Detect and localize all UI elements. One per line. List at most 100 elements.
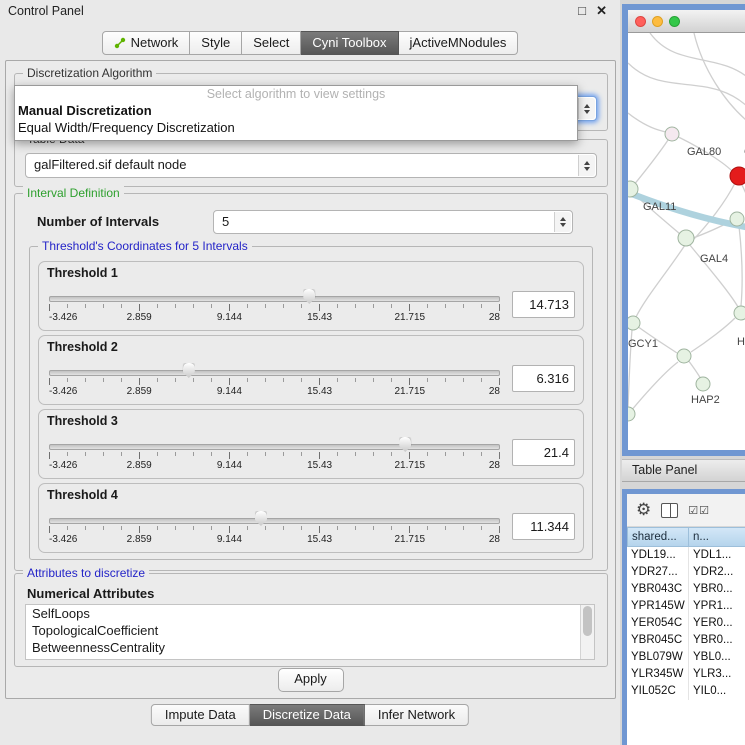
tab-network[interactable]: Network <box>102 31 191 55</box>
attributes-list[interactable]: SelfLoopsTopologicalCoefficientBetweenne… <box>25 604 595 660</box>
scale-label: 28 <box>489 386 500 397</box>
network-node-label: H <box>737 336 745 348</box>
threshold-slider[interactable]: -3.4262.8599.14415.4321.71528 <box>49 435 500 471</box>
network-edge[interactable] <box>636 245 685 317</box>
table-cell: YER054C <box>627 615 689 632</box>
threshold-row: -3.4262.8599.14415.4321.71528 11.344 <box>47 502 575 550</box>
threshold-value-field[interactable]: 11.344 <box>512 513 575 540</box>
select-columns-checkboxes-icon[interactable]: ☑☑ <box>688 505 710 516</box>
dropdown-option-manual-discretization[interactable]: Manual Discretization <box>15 102 577 119</box>
table-row[interactable]: YBR045CYBR0... <box>627 632 745 649</box>
table-row[interactable]: YDR27...YDR2... <box>627 564 745 581</box>
close-traffic-light-icon[interactable] <box>635 16 646 27</box>
network-node[interactable] <box>730 167 745 185</box>
numerical-attributes-label: Numerical Attributes <box>27 586 154 601</box>
slider-scale: -3.4262.8599.14415.4321.71528 <box>49 312 500 323</box>
network-edge[interactable] <box>650 33 745 81</box>
threshold-panel: Threshold 3-3.4262.8599.14415.4321.71528… <box>38 409 584 479</box>
close-icon[interactable]: ✕ <box>596 3 607 19</box>
thresholds-container: Threshold 1-3.4262.8599.14415.4321.71528… <box>38 261 584 553</box>
control-panel-titlebar: Control Panel □ ✕ <box>0 0 620 22</box>
list-scrollbar[interactable] <box>580 605 594 659</box>
tab-style[interactable]: Style <box>190 31 242 55</box>
network-node[interactable] <box>665 127 679 141</box>
scale-label: 21.715 <box>395 534 426 545</box>
column-header-name[interactable]: n... <box>689 527 745 547</box>
minimize-traffic-light-icon[interactable] <box>652 16 663 27</box>
tab-label: Style <box>201 32 230 54</box>
slider-track <box>49 370 500 376</box>
combo-stepper[interactable] <box>554 212 571 232</box>
network-edge[interactable] <box>739 226 742 306</box>
table-row[interactable]: YLR345WYLR3... <box>627 666 745 683</box>
number-of-intervals-combobox[interactable]: 5 <box>213 210 573 234</box>
network-node[interactable] <box>730 212 744 226</box>
table-panel-title: Table Panel <box>632 463 697 477</box>
tab-select[interactable]: Select <box>242 31 301 55</box>
network-node[interactable] <box>696 377 710 391</box>
table-panel-header[interactable]: Table Panel <box>622 459 745 482</box>
dropdown-placeholder-option[interactable]: Select algorithm to view settings <box>15 86 577 102</box>
list-item[interactable]: TopologicalCoefficient <box>26 622 594 639</box>
threshold-row: -3.4262.8599.14415.4321.71528 21.4 <box>47 428 575 476</box>
network-edge[interactable] <box>630 362 678 412</box>
thresholds-group: Threshold's Coordinates for 5 Intervals … <box>29 246 593 560</box>
gear-icon[interactable]: ⚙ <box>636 502 651 519</box>
table-row[interactable]: YER054CYER0... <box>627 615 745 632</box>
network-node[interactable] <box>678 230 694 246</box>
threshold-panel: Threshold 2-3.4262.8599.14415.4321.71528… <box>38 335 584 405</box>
threshold-slider[interactable]: -3.4262.8599.14415.4321.71528 <box>49 509 500 545</box>
network-edge[interactable] <box>694 33 745 125</box>
network-node[interactable] <box>628 316 640 330</box>
network-node[interactable] <box>734 306 745 320</box>
threshold-value-field[interactable]: 21.4 <box>512 439 575 466</box>
combo-stepper[interactable] <box>578 98 595 119</box>
table-row[interactable]: YDL19...YDL1... <box>627 547 745 564</box>
network-node[interactable] <box>628 407 635 421</box>
table-row[interactable]: YBR043CYBR0... <box>627 581 745 598</box>
threshold-slider[interactable]: -3.4262.8599.14415.4321.71528 <box>49 361 500 397</box>
table-row[interactable]: YPR145WYPR1... <box>627 598 745 615</box>
network-edge[interactable] <box>691 318 735 352</box>
table-body: YDL19...YDL1...YDR27...YDR2...YBR043CYBR… <box>627 547 745 700</box>
group-title: Discretization Algorithm <box>23 66 156 80</box>
table-row[interactable]: YBL079WYBL0... <box>627 649 745 666</box>
show-columns-icon[interactable] <box>661 503 678 518</box>
tab-infer-network[interactable]: Infer Network <box>365 704 469 726</box>
network-edge[interactable] <box>633 134 672 186</box>
network-node[interactable] <box>677 349 691 363</box>
network-canvas[interactable]: GAL80GAGAL11GAL4GCY1HHAP2 <box>628 33 745 450</box>
tab-impute-data[interactable]: Impute Data <box>151 704 250 726</box>
list-item[interactable]: SelfLoops <box>26 605 594 622</box>
threshold-value-field[interactable]: 6.316 <box>512 365 575 392</box>
apply-button[interactable]: Apply <box>278 668 344 692</box>
list-item[interactable]: BetweennessCentrality <box>26 639 594 656</box>
table-row[interactable]: YIL052CYIL0... <box>627 683 745 700</box>
threshold-value-field[interactable]: 14.713 <box>512 291 575 318</box>
group-title: Threshold's Coordinates for 5 Intervals <box>38 239 252 253</box>
network-edge[interactable] <box>741 183 745 209</box>
table-data-combobox[interactable]: galFiltered.sif default node <box>25 153 597 178</box>
float-window-icon[interactable]: □ <box>578 3 586 18</box>
network-edge[interactable] <box>688 360 701 379</box>
network-edge[interactable] <box>691 183 735 242</box>
network-edge[interactable] <box>628 113 670 133</box>
column-header-shared-name[interactable]: shared... <box>627 527 689 547</box>
combo-stepper[interactable] <box>578 155 595 176</box>
scrollbar-thumb[interactable] <box>583 606 592 636</box>
tab-label: Cyni Toolbox <box>312 32 386 54</box>
tab-cyni-toolbox[interactable]: Cyni Toolbox <box>301 31 398 55</box>
table-cell: YDR27... <box>627 564 689 581</box>
tab-jactivemnodules[interactable]: jActiveMNodules <box>399 31 519 55</box>
scale-label: -3.426 <box>49 460 77 471</box>
dropdown-option-equal-width[interactable]: Equal Width/Frequency Discretization <box>15 119 577 136</box>
table-cell: YPR145W <box>627 598 689 615</box>
network-edge[interactable] <box>628 63 745 111</box>
threshold-slider[interactable]: -3.4262.8599.14415.4321.71528 <box>49 287 500 323</box>
group-title: Attributes to discretize <box>23 566 149 580</box>
network-node-label: GAL4 <box>700 253 728 265</box>
zoom-traffic-light-icon[interactable] <box>669 16 680 27</box>
tab-discretize-data[interactable]: Discretize Data <box>250 704 365 726</box>
scale-label: 21.715 <box>395 312 426 323</box>
interval-definition-group: Interval Definition Number of Intervals … <box>14 193 608 571</box>
